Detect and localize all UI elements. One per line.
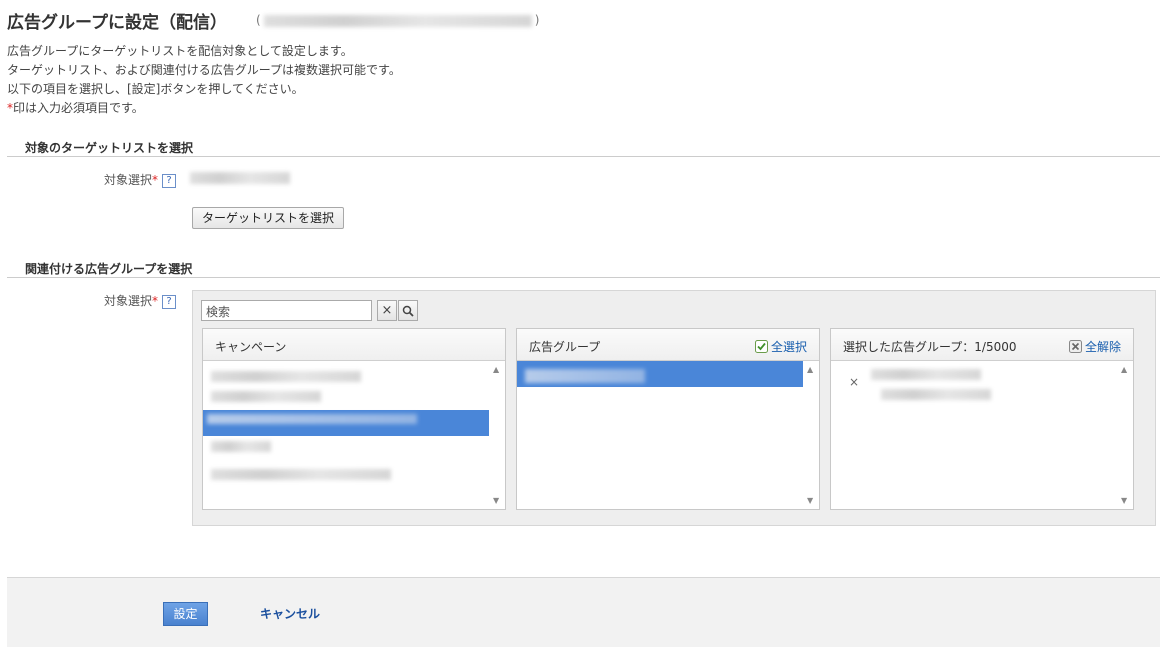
required-mark: * (152, 173, 159, 187)
remove-item-icon[interactable]: × (849, 375, 859, 389)
selected-adgroup-name (881, 389, 991, 400)
help-icon[interactable]: ? (162, 173, 177, 188)
section-heading-adgroup: 関連付ける広告グループを選択 (25, 262, 193, 276)
submit-button[interactable]: 設定 (163, 602, 208, 626)
list-item[interactable] (211, 441, 271, 452)
campaign-column: キャンペーン ▲ ▼ (202, 328, 506, 510)
cancel-link[interactable]: キャンセル (260, 605, 320, 622)
selected-targetlist-value (190, 172, 290, 184)
campaign-list[interactable]: ▲ ▼ (203, 361, 505, 509)
search-icon[interactable] (398, 300, 418, 321)
section-divider (7, 156, 1160, 157)
selected-item-text (525, 369, 645, 383)
desc-line: *印は入力必須項目です。 (7, 99, 401, 118)
field-label-target: 対象選択*? (104, 171, 177, 188)
clear-icon[interactable]: × (377, 300, 397, 321)
scroll-down-icon[interactable]: ▼ (1121, 496, 1127, 505)
select-targetlist-button[interactable]: ターゲットリストを選択 (192, 207, 345, 229)
scroll-up-icon[interactable]: ▲ (807, 365, 813, 374)
scroll-up-icon[interactable]: ▲ (1121, 365, 1127, 374)
page-title: 広告グループに設定（配信） (7, 13, 227, 33)
adgroup-list[interactable]: ▲ ▼ (517, 361, 819, 509)
selected-item-text (207, 414, 417, 424)
checkbox-icon (754, 340, 768, 353)
desc-line: 広告グループにターゲットリストを配信対象として設定します。 (7, 44, 353, 58)
selected-column-header: 選択した広告グループ：1/5000 全解除 (831, 329, 1133, 361)
desc-line: ターゲットリスト、および関連付ける広告グループは複数選択可能です。 (7, 63, 401, 77)
title-target-name: () (256, 13, 539, 27)
redacted-name (263, 14, 532, 27)
campaign-column-header: キャンペーン (203, 329, 505, 361)
label-text: 対象選択 (104, 173, 153, 187)
desc-line: 以下の項目を選択し、[設定]ボタンを押してください。 (7, 82, 304, 96)
search-input[interactable]: 検索 (201, 300, 372, 321)
column-title: 広告グループ (529, 340, 601, 354)
scroll-down-icon[interactable]: ▼ (807, 496, 813, 505)
adgroup-column: 広告グループ 全選択 ▲ ▼ (516, 328, 820, 510)
page-description: 広告グループにターゲットリストを配信対象として設定します。 ターゲットリスト、お… (7, 42, 401, 118)
list-item[interactable] (211, 469, 391, 480)
selected-list: × ▲ ▼ (831, 361, 1133, 509)
adgroup-column-header: 広告グループ 全選択 (517, 329, 819, 361)
column-title: 選択した広告グループ：1/5000 (843, 340, 1017, 354)
scroll-down-icon[interactable]: ▼ (493, 496, 499, 505)
required-mark: * (152, 294, 159, 308)
scrollbar[interactable]: ▲ ▼ (804, 361, 819, 509)
paren-open: ( (256, 13, 261, 27)
selected-adgroup-column: 選択した広告グループ：1/5000 全解除 × ▲ ▼ (830, 328, 1134, 510)
column-title: キャンペーン (215, 340, 287, 354)
uncheck-icon (1068, 340, 1082, 353)
help-icon[interactable]: ? (162, 294, 177, 309)
list-item[interactable] (211, 371, 361, 382)
scroll-up-icon[interactable]: ▲ (493, 365, 499, 374)
scrollbar[interactable]: ▲ ▼ (1118, 361, 1133, 509)
selected-campaign-name (871, 369, 981, 380)
select-all-link[interactable]: 全選択 (754, 338, 807, 355)
section-divider (7, 277, 1160, 278)
scrollbar[interactable]: ▲ ▼ (490, 361, 505, 509)
paren-close: ) (534, 13, 540, 27)
section-heading-targetlist: 対象のターゲットリストを選択 (25, 141, 194, 155)
field-label-adgroup: 対象選択*? (104, 292, 177, 309)
desc-text: 印は入力必須項目です。 (13, 101, 144, 115)
deselect-all-link[interactable]: 全解除 (1068, 338, 1121, 355)
select-all-label[interactable]: 全選択 (771, 340, 807, 354)
list-item[interactable] (211, 391, 321, 402)
label-text: 対象選択 (104, 294, 153, 308)
deselect-all-label[interactable]: 全解除 (1085, 340, 1121, 354)
